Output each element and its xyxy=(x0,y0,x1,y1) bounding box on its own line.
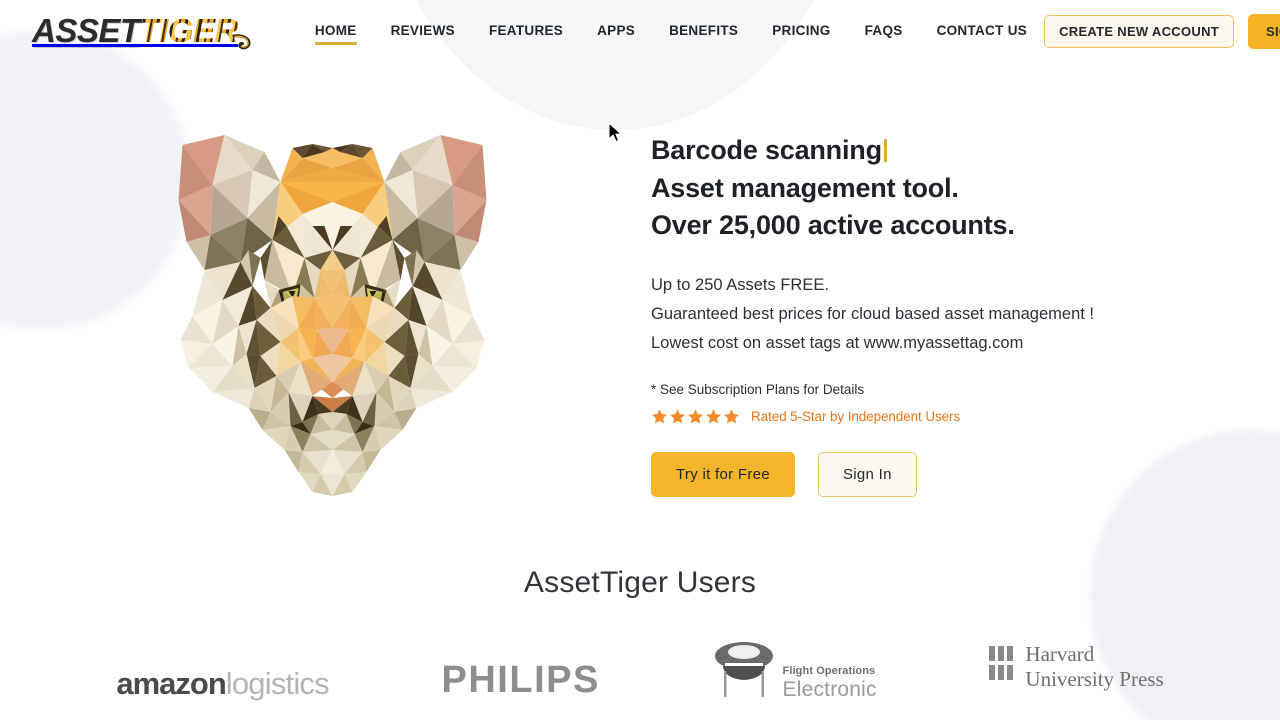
tiger-head-illustration xyxy=(150,130,515,505)
flight-operations-line2: Electronic xyxy=(782,678,877,701)
subtext-line-2: Guaranteed best prices for cloud based a… xyxy=(651,304,1095,323)
star-icon xyxy=(706,408,721,423)
headline-line-2: Asset management tool. xyxy=(651,172,959,203)
nav-item-home[interactable]: HOME xyxy=(298,11,374,51)
hero-copy: Barcode scanning Asset management tool. … xyxy=(651,132,1211,497)
tiger-tail-icon xyxy=(232,34,252,50)
headline-typed-text: Barcode scanning xyxy=(651,135,882,165)
logistics-wordmark: logistics xyxy=(225,666,330,701)
flight-operations-text: Flight Operations Electronic xyxy=(783,666,877,702)
try-it-for-free-button[interactable]: Try it for Free xyxy=(651,451,795,497)
nav-item-apps[interactable]: APPS xyxy=(580,11,652,51)
rating-row: Rated 5-Star by Independent Users xyxy=(651,408,1211,425)
nav-item-contact-us[interactable]: CONTACT US xyxy=(920,11,1045,51)
subscription-note: * See Subscription Plans for Details xyxy=(651,381,865,397)
amazon-wordmark: amazon xyxy=(116,666,226,701)
harvard-text: Harvard University Press xyxy=(1025,642,1163,692)
harvard-bars-icon xyxy=(989,642,1014,680)
brand-logo[interactable]: ASSET TIGER xyxy=(32,12,251,50)
hero-cta-buttons: Try it for Free Sign In xyxy=(651,451,1211,497)
hero-headline: Barcode scanning Asset management tool. … xyxy=(651,132,1211,245)
logo-text-tiger: TIGER xyxy=(139,12,239,49)
philips-wordmark: PHILIPS xyxy=(441,659,600,701)
star-rating-icons xyxy=(651,408,740,425)
create-new-account-button[interactable]: CREATE NEW ACCOUNT xyxy=(1044,14,1235,48)
pilot-cap-icon xyxy=(713,639,775,702)
hero-section: Barcode scanning Asset management tool. … xyxy=(0,62,1280,522)
site-header: ASSET TIGER HOME REVIEWS FEATURES APPS BE… xyxy=(0,0,1280,62)
logo-text-asset: ASSET xyxy=(32,12,140,49)
client-logo-philips: PHILIPS xyxy=(442,642,600,702)
header-actions: CREATE NEW ACCOUNT SIGN IN xyxy=(1044,13,1280,49)
client-logo-flight-operations-electronic: Flight Operations Electronic xyxy=(713,642,877,702)
nav-item-reviews[interactable]: REVIEWS xyxy=(374,11,472,51)
client-logo-row: amazon logistics PHILIPS Flight Operatio… xyxy=(0,642,1280,702)
harvard-line2: University Press xyxy=(1025,667,1164,691)
headline-line-1: Barcode scanning xyxy=(651,132,1211,170)
page-root: ASSET TIGER HOME REVIEWS FEATURES APPS BE… xyxy=(0,0,1280,720)
typing-cursor-icon xyxy=(883,139,887,162)
sign-in-button-header[interactable]: SIGN IN xyxy=(1248,13,1280,49)
subtext-line-3: Lowest cost on asset tags at www.myasset… xyxy=(651,333,1024,352)
headline-line-3: Over 25,000 active accounts. xyxy=(651,210,1015,240)
nav-item-pricing[interactable]: PRICING xyxy=(755,11,847,51)
star-icon xyxy=(652,408,667,423)
client-logo-harvard-university-press: Harvard University Press xyxy=(989,642,1164,702)
rating-text: Rated 5-Star by Independent Users xyxy=(751,408,961,424)
star-icon xyxy=(670,408,685,423)
star-icon xyxy=(724,408,739,423)
harvard-line1: Harvard xyxy=(1025,642,1095,666)
main-navigation: HOME REVIEWS FEATURES APPS BENEFITS PRIC… xyxy=(298,11,1044,51)
nav-item-features[interactable]: FEATURES xyxy=(472,11,580,51)
flight-operations-line1: Flight Operations xyxy=(782,665,876,677)
hero-subtext: Up to 250 Assets FREE. Guaranteed best p… xyxy=(651,271,1211,358)
client-logo-amazon-logistics: amazon logistics xyxy=(116,642,330,702)
sign-in-button-hero[interactable]: Sign In xyxy=(817,451,917,497)
subtext-line-1: Up to 250 Assets FREE. xyxy=(651,275,829,294)
nav-item-faqs[interactable]: FAQS xyxy=(848,11,920,51)
star-icon xyxy=(688,408,703,423)
nav-item-benefits[interactable]: BENEFITS xyxy=(652,11,755,51)
users-section-title: AssetTiger Users xyxy=(523,566,757,599)
assettiger-users-section: AssetTiger Users amazon logistics PHILIPS xyxy=(0,560,1280,702)
